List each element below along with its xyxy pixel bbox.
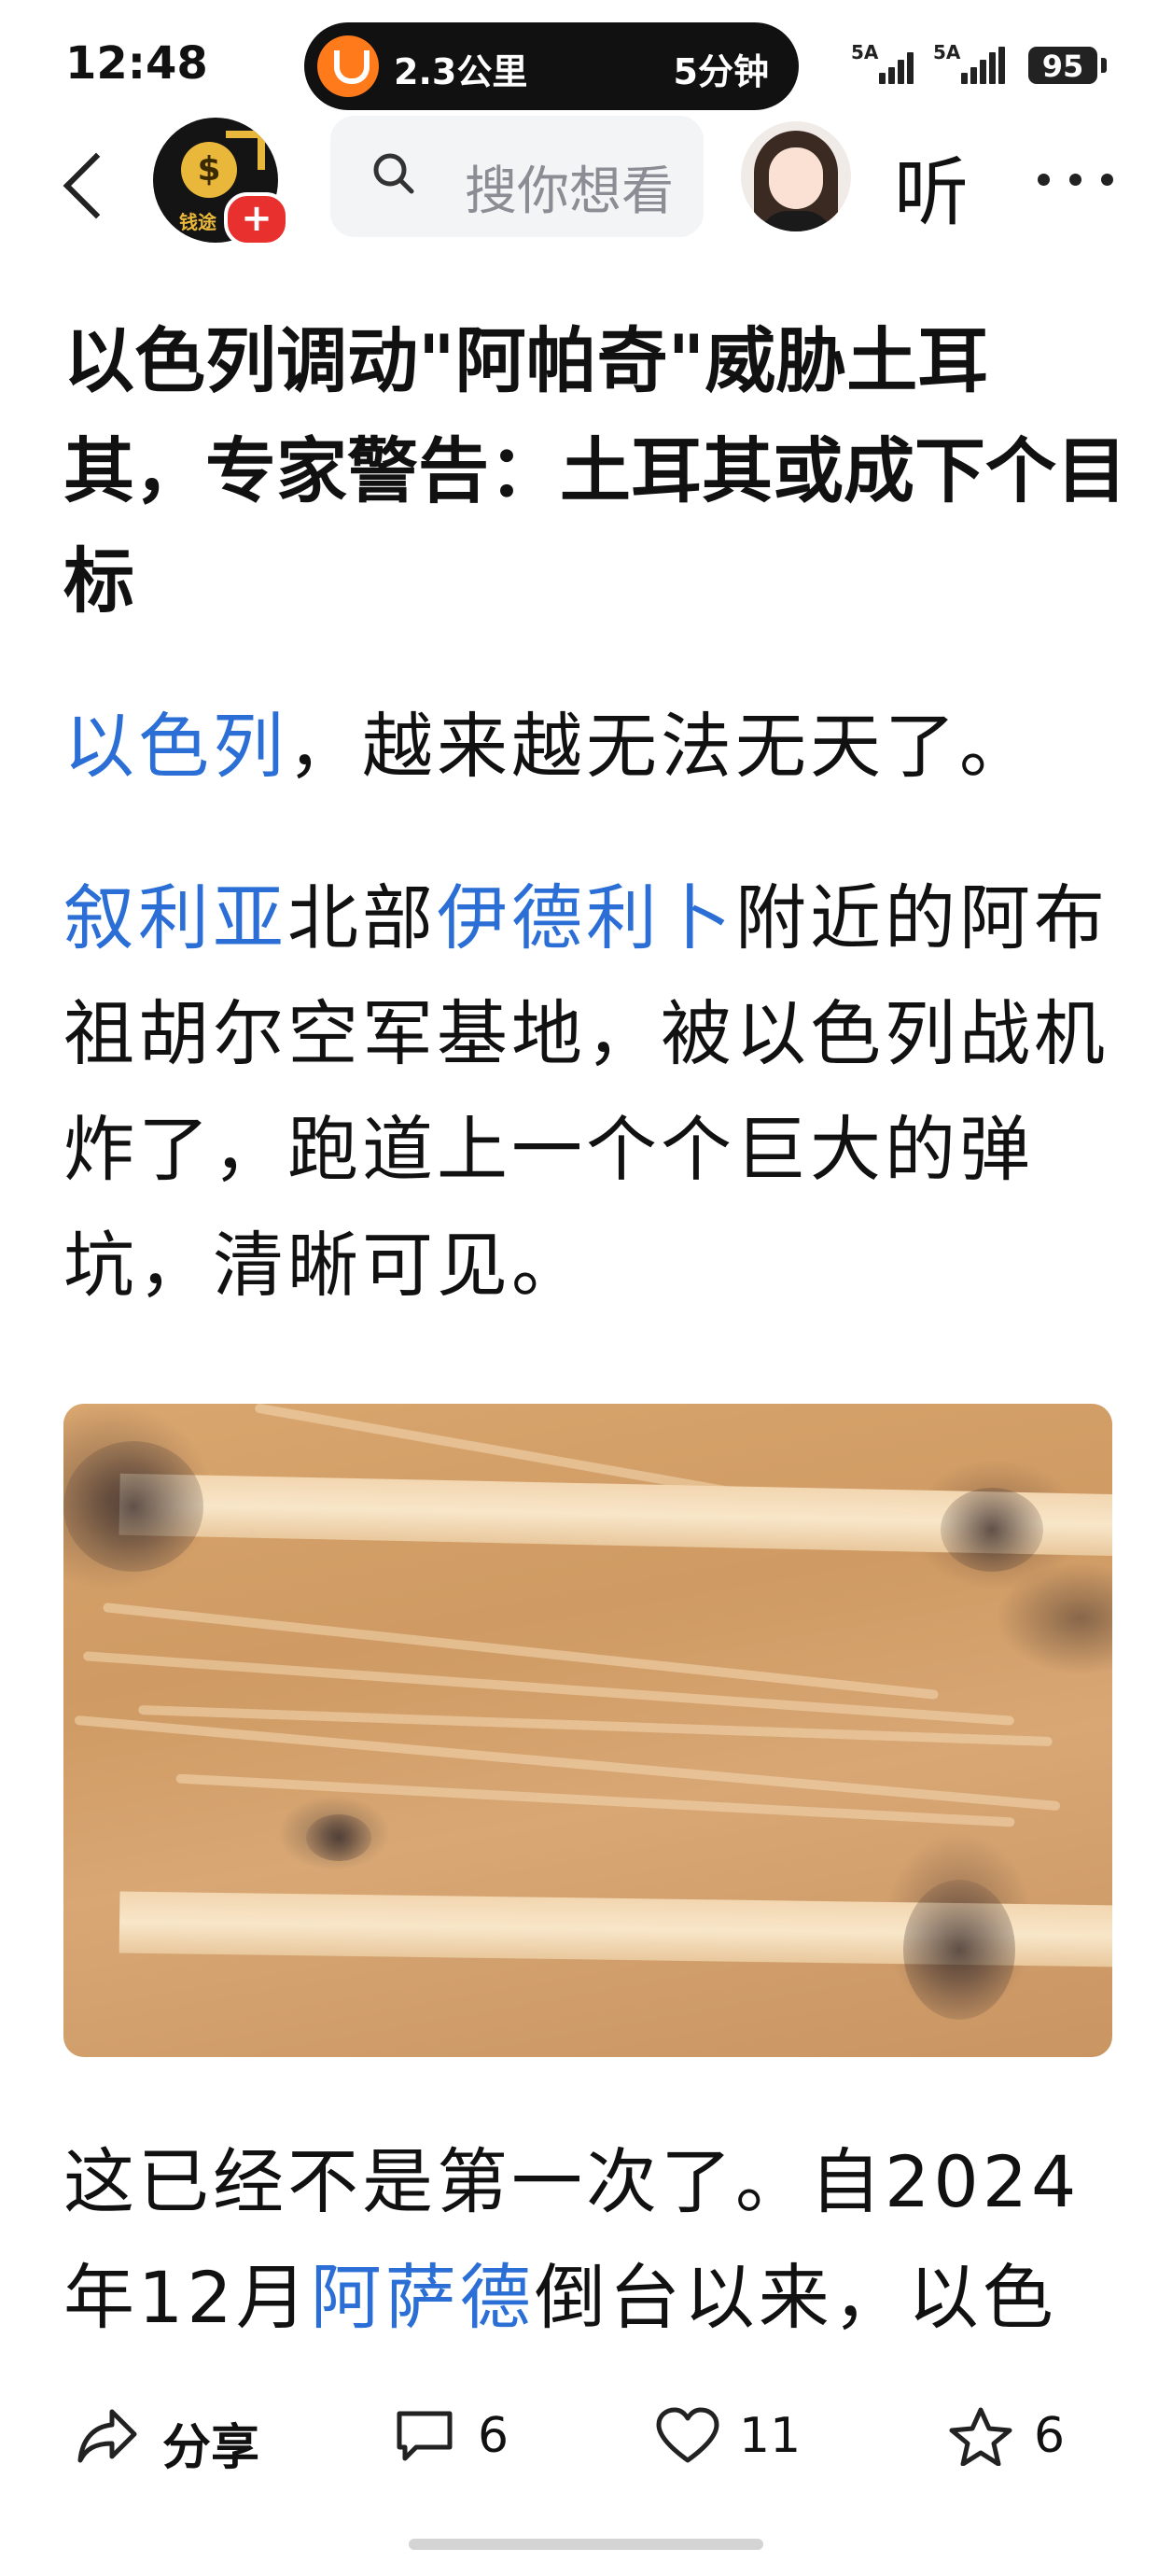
up-arrow-icon [226, 131, 265, 170]
share-label: 分享 [162, 2420, 260, 2476]
link-idlib[interactable]: 伊德利卜 [437, 876, 735, 959]
crater [941, 1488, 1043, 1572]
share-button[interactable]: 分享 [75, 2399, 280, 2476]
comment-button[interactable]: 6 [392, 2399, 541, 2473]
crater [63, 1441, 203, 1572]
link-israel[interactable]: 以色列 [63, 705, 287, 788]
ride-distance: 2.3公里 [394, 51, 528, 92]
signal-1-label: 5A [851, 41, 879, 63]
listen-button[interactable]: 听 [894, 133, 969, 241]
bottom-action-bar: 分享 6 11 6 [0, 2384, 1172, 2486]
article-title: 以色列调动"阿帕奇"威胁土耳其，专家警告：土耳其或成下个目标 [63, 319, 1127, 623]
paragraph-1-text: ，越来越无法无天了。 [287, 705, 1034, 788]
article-paragraph-3: 这已经不是第一次了。自2024年12月阿萨德倒台以来，以色 [63, 2124, 1118, 2356]
share-icon [77, 2409, 137, 2463]
favorite-button[interactable]: 6 [948, 2399, 1097, 2473]
battery-icon: 95 [1028, 47, 1097, 84]
search-input[interactable]: 搜你想看 [330, 116, 704, 237]
search-icon [373, 153, 414, 194]
author-badge-text: 钱途 [179, 211, 216, 233]
comment-icon [397, 2411, 453, 2461]
back-button[interactable] [47, 140, 121, 224]
signal-1-icon: 5A [851, 41, 924, 84]
favorite-count: 6 [1034, 2408, 1066, 2464]
ride-status-pill[interactable]: 2.3公里 5分钟 [304, 22, 799, 110]
follow-button[interactable]: + [224, 192, 289, 246]
top-nav: $ 钱途 + 搜你想看 听 [0, 112, 1172, 248]
status-bar: 12:48 2.3公里 5分钟 5A 5A 95 [0, 0, 1172, 131]
crater [903, 1880, 1015, 2020]
like-button[interactable]: 11 [655, 2399, 823, 2473]
ride-eta: 5分钟 [673, 51, 769, 92]
battery-tip [1101, 58, 1107, 73]
link-syria[interactable]: 叙利亚 [63, 876, 287, 959]
search-placeholder: 搜你想看 [465, 161, 674, 222]
signal-2-icon: 5A [933, 41, 1013, 84]
paragraph-2-text-1: 北部 [287, 876, 437, 959]
star-icon [949, 2407, 1012, 2466]
heart-icon [656, 2407, 719, 2463]
paragraph-3-text-2: 倒台以来，以色 [534, 2256, 1057, 2339]
like-count: 11 [739, 2408, 802, 2464]
crater [306, 1814, 371, 1861]
ride-app-icon [317, 35, 379, 97]
article-paragraph-2: 叙利亚北部伊德利卜附近的阿布祖胡尔空军基地，被以色列战机炸了，跑道上一个个巨大的… [63, 861, 1118, 1323]
link-assad[interactable]: 阿萨德 [311, 2256, 535, 2339]
satellite-image-runway-craters[interactable] [63, 1404, 1112, 2057]
listen-avatar[interactable] [741, 121, 851, 231]
signal-2-label: 5A [933, 41, 961, 63]
more-options-icon[interactable] [1030, 140, 1123, 215]
comment-count: 6 [478, 2408, 509, 2464]
status-time: 12:48 [65, 37, 208, 90]
article-paragraph-1: 以色列，越来越无法无天了。 [63, 689, 1118, 805]
home-indicator[interactable] [409, 2539, 763, 2550]
battery-level: 95 [1041, 49, 1084, 84]
